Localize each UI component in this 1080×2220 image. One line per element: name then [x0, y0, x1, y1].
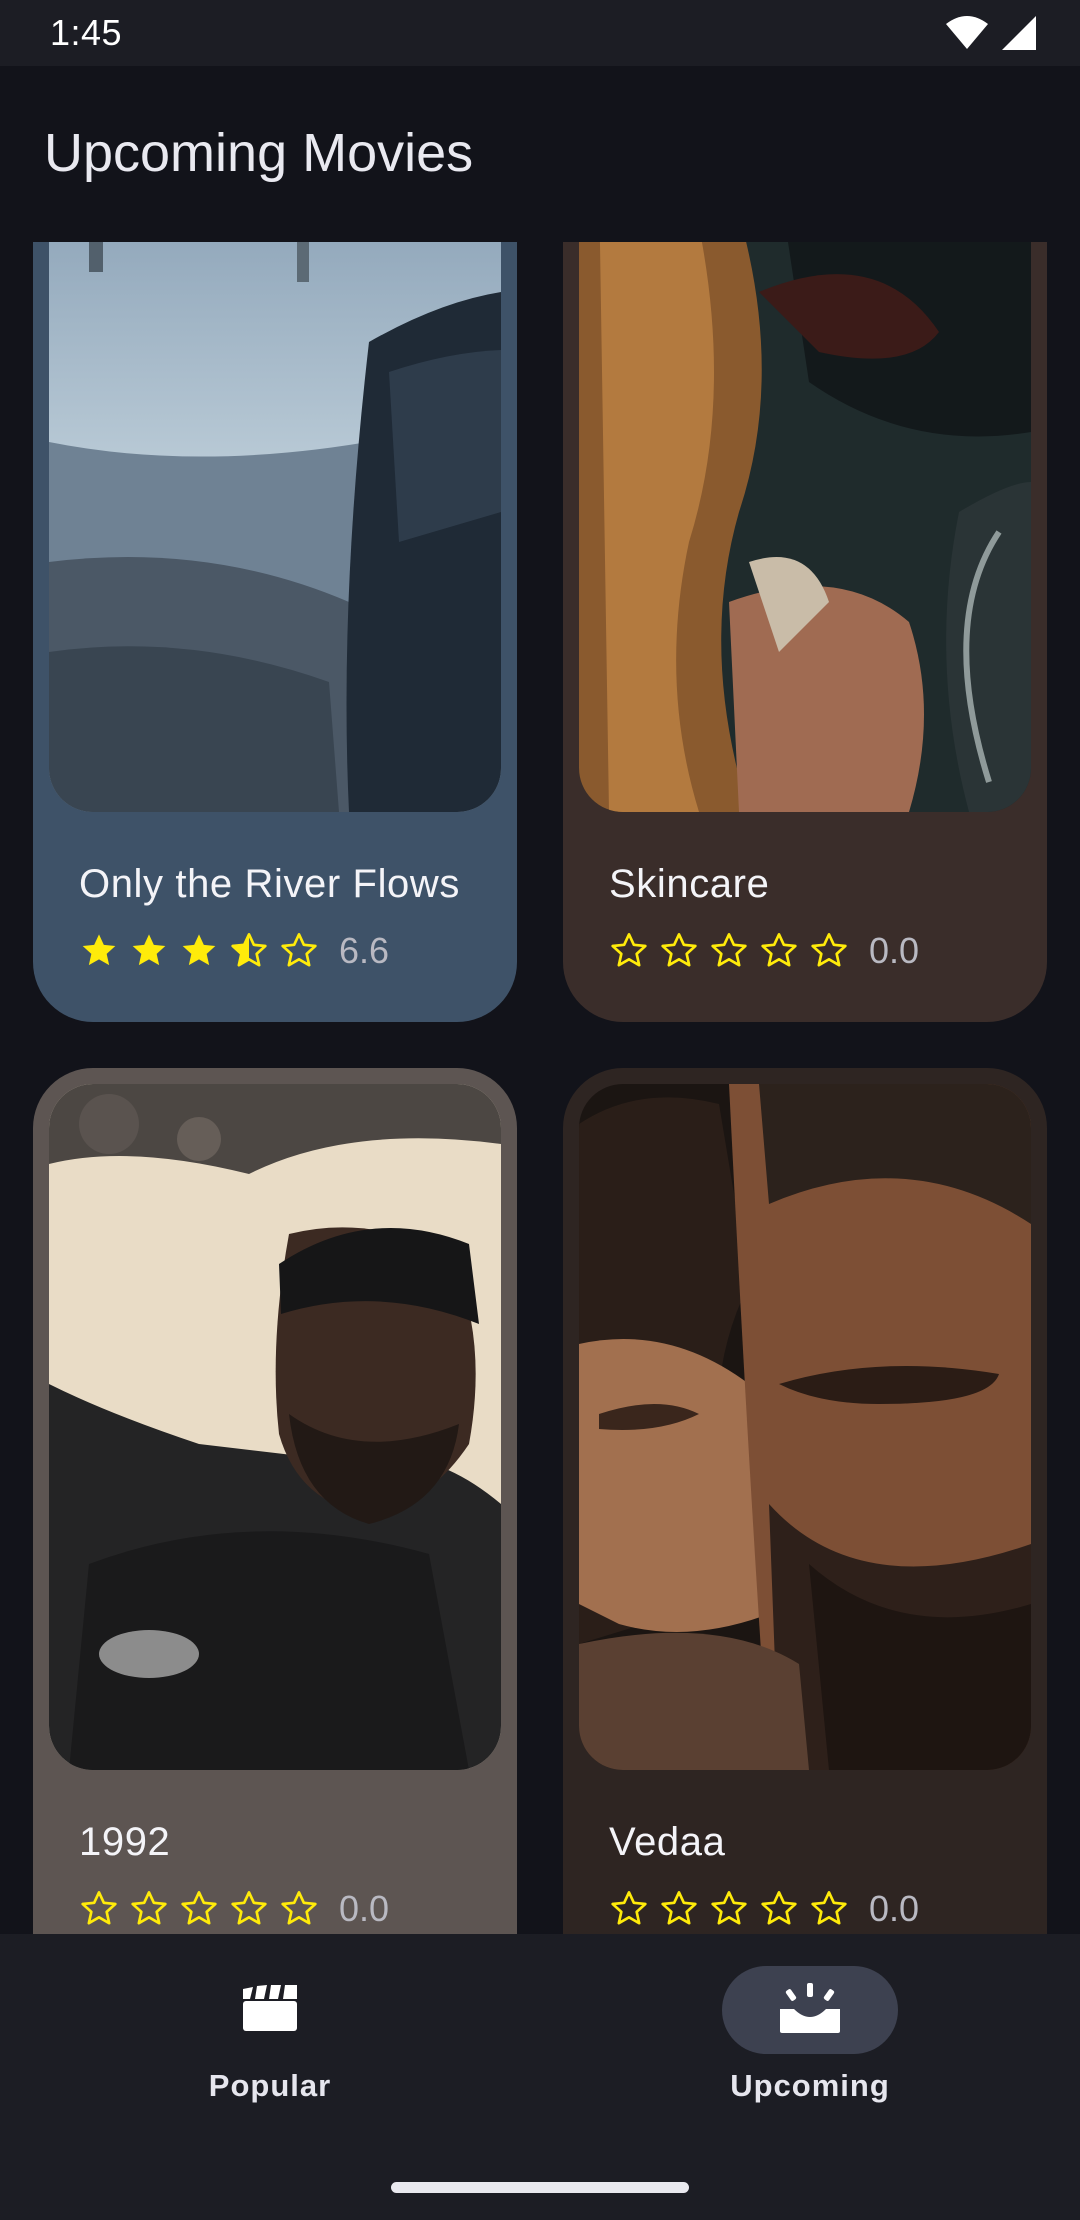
page-title: Upcoming Movies — [44, 123, 474, 183]
star-half-icon — [229, 931, 269, 971]
movie-grid[interactable]: Only the River Flows 6.6 Skincare 0.0 19… — [0, 242, 1080, 1934]
star-empty-icon — [609, 931, 649, 971]
nav-label-upcoming: Upcoming — [730, 2068, 890, 2103]
star-empty-icon — [759, 1889, 799, 1929]
rating-row: 6.6 — [79, 930, 389, 972]
star-rating — [79, 931, 319, 971]
movie-title: Only the River Flows — [79, 862, 460, 906]
app-screen: 1:45 Upcoming Movies Only the River Flow… — [0, 0, 1080, 2220]
rating-value: 0.0 — [869, 930, 920, 971]
clapperboard-icon — [241, 1984, 299, 2036]
star-empty-icon — [279, 931, 319, 971]
star-filled-icon — [129, 931, 169, 971]
nav-label-popular: Popular — [208, 2068, 332, 2103]
status-icons — [946, 16, 1036, 50]
star-empty-icon — [759, 931, 799, 971]
movie-card[interactable]: Skincare 0.0 — [563, 242, 1047, 1022]
star-empty-icon — [79, 1889, 119, 1929]
movie-poster — [579, 242, 1031, 812]
movie-title: Skincare — [609, 862, 770, 906]
movie-card[interactable]: Vedaa 0.0 — [563, 1068, 1047, 1934]
movie-title: Vedaa — [609, 1820, 726, 1864]
movie-poster — [49, 242, 501, 812]
star-empty-icon — [809, 931, 849, 971]
star-empty-icon — [659, 1889, 699, 1929]
rating-row: 0.0 — [609, 930, 919, 972]
star-filled-icon — [179, 931, 219, 971]
star-filled-icon — [79, 931, 119, 971]
star-rating — [609, 931, 849, 971]
star-empty-icon — [279, 1889, 319, 1929]
star-empty-icon — [229, 1889, 269, 1929]
nav-active-indicator — [722, 1966, 898, 2054]
upcoming-release-icon — [780, 1982, 840, 2038]
rating-row: 0.0 — [609, 1888, 919, 1930]
movie-poster — [579, 1084, 1031, 1770]
status-time: 1:45 — [50, 12, 123, 53]
rating-row: 0.0 — [79, 1888, 389, 1930]
movie-card[interactable]: Only the River Flows 6.6 — [33, 242, 517, 1022]
star-rating — [609, 1889, 849, 1929]
star-empty-icon — [609, 1889, 649, 1929]
app-bar: Upcoming Movies — [0, 66, 1080, 242]
status-bar: 1:45 — [0, 0, 1080, 66]
movie-title: 1992 — [79, 1820, 171, 1864]
nav-indicator — [182, 1966, 358, 2054]
movie-poster — [49, 1084, 501, 1770]
cellular-signal-icon — [1002, 16, 1036, 50]
star-empty-icon — [709, 931, 749, 971]
star-empty-icon — [809, 1889, 849, 1929]
star-empty-icon — [129, 1889, 169, 1929]
star-empty-icon — [659, 931, 699, 971]
movie-card[interactable]: 1992 0.0 — [33, 1068, 517, 1934]
star-empty-icon — [709, 1889, 749, 1929]
rating-value: 0.0 — [869, 1888, 920, 1929]
nav-item-upcoming[interactable]: Upcoming — [660, 1966, 960, 2116]
home-gesture-bar[interactable] — [391, 2182, 689, 2193]
wifi-icon — [946, 16, 988, 50]
rating-value: 6.6 — [339, 930, 390, 971]
nav-item-popular[interactable]: Popular — [120, 1966, 420, 2116]
star-empty-icon — [179, 1889, 219, 1929]
star-rating — [79, 1889, 319, 1929]
rating-value: 0.0 — [339, 1888, 390, 1929]
bottom-navigation: Popular Upcoming — [0, 1934, 1080, 2220]
